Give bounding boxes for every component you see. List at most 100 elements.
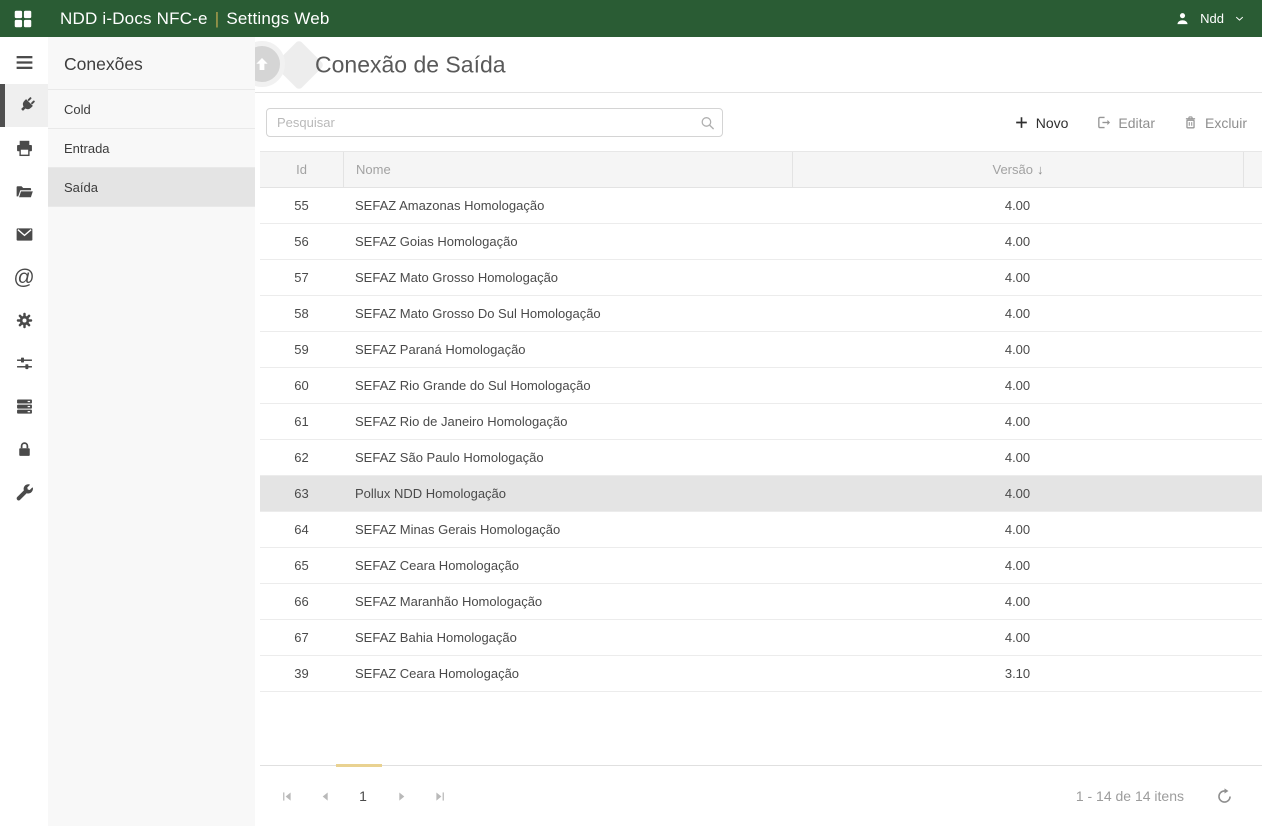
cell-versao: 4.00 xyxy=(792,342,1243,357)
table-row[interactable]: 61 SEFAZ Rio de Janeiro Homologação 4.00 xyxy=(260,404,1262,440)
rail-item-mail[interactable] xyxy=(0,213,48,256)
new-button[interactable]: Novo xyxy=(1013,114,1069,131)
rail-item-settings[interactable] xyxy=(0,299,48,342)
at-sign-icon: @ xyxy=(13,266,34,290)
cell-nome: SEFAZ Mato Grosso Do Sul Homologação xyxy=(343,306,792,321)
cell-id: 62 xyxy=(260,450,343,465)
user-icon xyxy=(1174,10,1191,27)
cell-nome: SEFAZ Mato Grosso Homologação xyxy=(343,270,792,285)
first-page-button[interactable] xyxy=(272,781,302,811)
cell-versao: 4.00 xyxy=(792,306,1243,321)
cell-id: 59 xyxy=(260,342,343,357)
column-header-id[interactable]: Id xyxy=(260,152,343,187)
app-title: NDD i-Docs NFC-e | Settings Web xyxy=(60,9,330,29)
table-row[interactable]: 60 SEFAZ Rio Grande do Sul Homologação 4… xyxy=(260,368,1262,404)
rail-item-services[interactable] xyxy=(0,385,48,428)
content: Conexão de Saída Novo xyxy=(255,37,1262,826)
cell-versao: 4.00 xyxy=(792,378,1243,393)
rail-item-parameters[interactable] xyxy=(0,342,48,385)
trash-icon xyxy=(1182,114,1199,131)
column-header-spacer xyxy=(1243,152,1262,187)
menu-toggle-button[interactable] xyxy=(0,41,48,84)
subnav-item-entrada[interactable]: Entrada xyxy=(48,129,255,168)
edit-button-label: Editar xyxy=(1118,115,1155,131)
cell-nome: SEFAZ Maranhão Homologação xyxy=(343,594,792,609)
search-input[interactable] xyxy=(266,108,723,137)
cell-id: 66 xyxy=(260,594,343,609)
rail-item-email-settings[interactable]: @ xyxy=(0,256,48,299)
search-icon[interactable] xyxy=(699,114,716,131)
delete-button[interactable]: Excluir xyxy=(1182,114,1247,131)
subnav-item-saída[interactable]: Saída xyxy=(48,168,255,207)
next-page-icon xyxy=(394,789,409,804)
app-logo-icon xyxy=(12,8,34,30)
cell-nome: SEFAZ Rio Grande do Sul Homologação xyxy=(343,378,792,393)
hamburger-icon xyxy=(14,52,35,73)
cell-id: 64 xyxy=(260,522,343,537)
user-menu[interactable]: Ndd xyxy=(1174,10,1246,27)
cell-id: 55 xyxy=(260,198,343,213)
plus-icon xyxy=(1013,114,1030,131)
table-row[interactable]: 55 SEFAZ Amazonas Homologação 4.00 xyxy=(260,188,1262,224)
pager: 1 1 - 14 de 14 itens xyxy=(260,765,1262,826)
server-icon xyxy=(14,396,35,417)
lock-icon xyxy=(14,439,35,460)
edit-icon xyxy=(1095,114,1112,131)
last-page-icon xyxy=(432,789,447,804)
cell-nome: SEFAZ Amazonas Homologação xyxy=(343,198,792,213)
next-page-button[interactable] xyxy=(386,781,416,811)
rail-item-tools[interactable] xyxy=(0,471,48,514)
grid-header: Id Nome Versão ↓ xyxy=(260,151,1262,188)
column-header-nome[interactable]: Nome xyxy=(343,152,792,187)
subnav-items: Cold Entrada Saída xyxy=(48,90,255,207)
rail-item-print[interactable] xyxy=(0,127,48,170)
table-row[interactable]: 64 SEFAZ Minas Gerais Homologação 4.00 xyxy=(260,512,1262,548)
table-row[interactable]: 65 SEFAZ Ceara Homologação 4.00 xyxy=(260,548,1262,584)
sliders-icon xyxy=(14,353,35,374)
rail-item-security[interactable] xyxy=(0,428,48,471)
table-row[interactable]: 56 SEFAZ Goias Homologação 4.00 xyxy=(260,224,1262,260)
cell-id: 60 xyxy=(260,378,343,393)
cell-versao: 4.00 xyxy=(792,450,1243,465)
column-header-versao[interactable]: Versão ↓ xyxy=(792,152,1243,187)
cell-versao: 4.00 xyxy=(792,270,1243,285)
cell-nome: SEFAZ São Paulo Homologação xyxy=(343,450,792,465)
plug-icon xyxy=(16,95,37,116)
last-page-button[interactable] xyxy=(424,781,454,811)
outbound-badge xyxy=(255,41,285,87)
table-row[interactable]: 58 SEFAZ Mato Grosso Do Sul Homologação … xyxy=(260,296,1262,332)
cell-versao: 3.10 xyxy=(792,666,1243,681)
cell-nome: SEFAZ Ceara Homologação xyxy=(343,558,792,573)
page-title: Conexão de Saída xyxy=(315,51,506,78)
app-header: NDD i-Docs NFC-e | Settings Web Ndd xyxy=(0,0,1262,37)
rail-item-connections[interactable] xyxy=(0,84,48,127)
cell-versao: 4.00 xyxy=(792,630,1243,645)
table-row[interactable]: 39 SEFAZ Ceara Homologação 3.10 xyxy=(260,656,1262,692)
edit-button[interactable]: Editar xyxy=(1095,114,1155,131)
cell-versao: 4.00 xyxy=(792,198,1243,213)
table-row[interactable]: 59 SEFAZ Paraná Homologação 4.00 xyxy=(260,332,1262,368)
chevron-down-icon xyxy=(1233,12,1246,25)
subnav-item-cold[interactable]: Cold xyxy=(48,90,255,129)
icon-rail: @ xyxy=(0,37,48,826)
cell-id: 61 xyxy=(260,414,343,429)
pager-summary: 1 - 14 de 14 itens xyxy=(1076,788,1184,804)
prev-page-button[interactable] xyxy=(310,781,340,811)
rail-item-folders[interactable] xyxy=(0,170,48,213)
app-title-sub: Settings Web xyxy=(226,9,329,29)
cell-nome: SEFAZ Ceara Homologação xyxy=(343,666,792,681)
cell-versao: 4.00 xyxy=(792,234,1243,249)
table-row[interactable]: 57 SEFAZ Mato Grosso Homologação 4.00 xyxy=(260,260,1262,296)
sort-desc-icon: ↓ xyxy=(1037,162,1044,177)
table-row[interactable]: 66 SEFAZ Maranhão Homologação 4.00 xyxy=(260,584,1262,620)
column-header-id-label: Id xyxy=(296,162,307,177)
connections-grid: Id Nome Versão ↓ 55 SEFAZ Amazonas Homol… xyxy=(260,151,1262,692)
toolbar: Novo Editar xyxy=(255,93,1262,151)
table-row[interactable]: 67 SEFAZ Bahia Homologação 4.00 xyxy=(260,620,1262,656)
page-number[interactable]: 1 xyxy=(348,788,378,804)
refresh-button[interactable] xyxy=(1214,786,1234,806)
cell-id: 58 xyxy=(260,306,343,321)
table-row[interactable]: 63 Pollux NDD Homologação 4.00 xyxy=(260,476,1262,512)
table-row[interactable]: 62 SEFAZ São Paulo Homologação 4.00 xyxy=(260,440,1262,476)
wrench-icon xyxy=(14,482,35,503)
